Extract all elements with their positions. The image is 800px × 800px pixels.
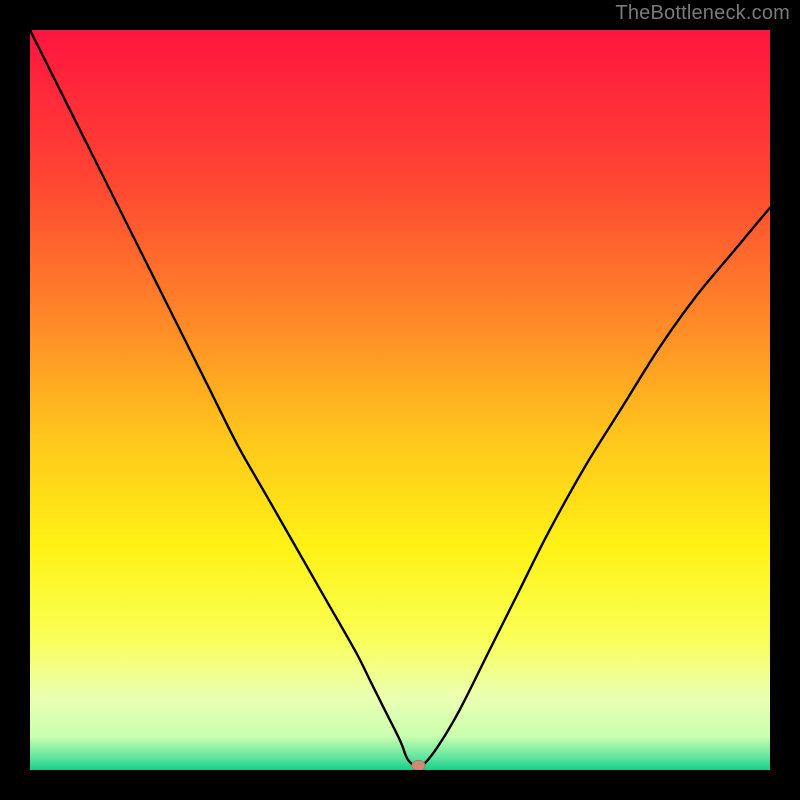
chart-frame: TheBottleneck.com (0, 0, 800, 800)
plot-area (30, 30, 770, 770)
gradient-background (30, 30, 770, 770)
watermark-text: TheBottleneck.com (615, 2, 790, 25)
bottleneck-chart (30, 30, 770, 770)
optimal-point-marker (412, 760, 425, 770)
